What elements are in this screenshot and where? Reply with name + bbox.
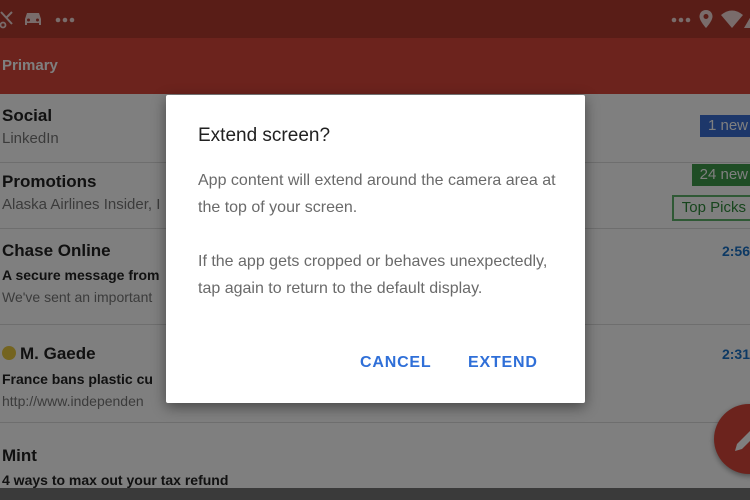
extend-button[interactable]: EXTEND: [468, 354, 538, 372]
email-app-screen: Primary Social LinkedIn 1 new Promotions…: [0, 0, 750, 500]
dialog-title: Extend screen?: [198, 125, 331, 146]
dialog-message: If the app gets cropped or behaves unexp…: [198, 253, 548, 297]
cancel-button[interactable]: CANCEL: [360, 354, 431, 372]
dialog-message: App content will extend around the camer…: [198, 172, 556, 216]
bottom-edge: [0, 488, 750, 500]
extend-screen-dialog: Extend screen? App content will extend a…: [166, 95, 585, 403]
